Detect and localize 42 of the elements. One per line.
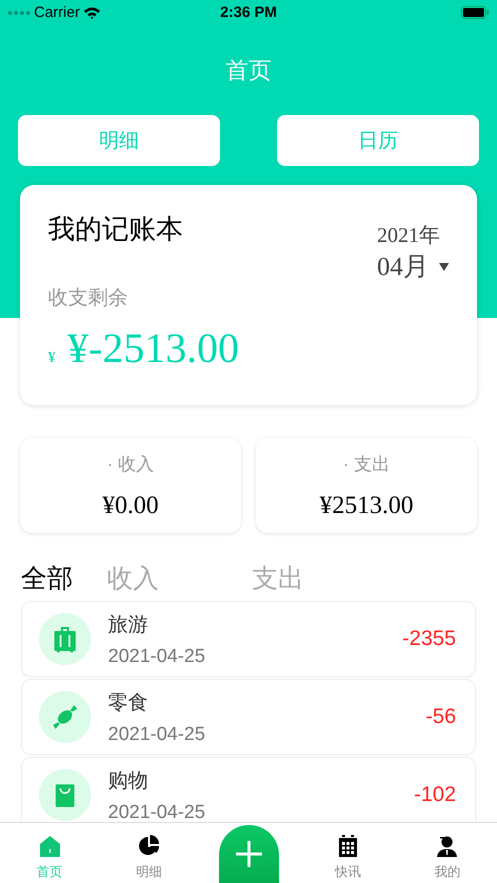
page-title: 首页 [226, 56, 272, 84]
tab-bar-item[interactable]: 我的 [398, 823, 497, 883]
clock-time: 2:36 PM [220, 4, 277, 21]
record-category: 购物 [108, 768, 149, 794]
ledger-title: 我的记账本 [48, 213, 183, 246]
record-amount: -102 [414, 783, 456, 807]
record-amount: -56 [426, 705, 456, 729]
currency-symbol: ¥ [48, 350, 56, 367]
total-amount: ¥2513.00 [320, 492, 414, 520]
pie-chart-icon [137, 834, 162, 858]
filter-tab[interactable]: 全部 [21, 560, 107, 596]
total-label: · 收入 [107, 453, 154, 476]
balance-label: 收支剩余 [48, 286, 129, 311]
tab-bar-item[interactable]: 首页 [0, 823, 100, 883]
total-label: · 支出 [343, 453, 390, 476]
battery-icon [461, 6, 489, 19]
record-date: 2021-04-25 [108, 646, 206, 668]
plus-icon [236, 841, 262, 867]
record-row[interactable]: 零食 2021-04-25 -56 [21, 679, 476, 755]
record-date: 2021-04-25 [108, 802, 206, 822]
filter-tab[interactable]: 收入 [107, 560, 252, 596]
tab-bar-item[interactable]: 明细 [99, 823, 199, 883]
caret-icon[interactable] [439, 262, 449, 270]
add-button[interactable] [218, 825, 279, 883]
home-icon [38, 834, 62, 858]
header-button[interactable]: 日历 [277, 115, 479, 166]
record-amount: -2355 [402, 627, 456, 651]
year-label: 2021年 [377, 222, 440, 249]
record-category: 旅游 [108, 612, 149, 638]
carrier-name: Carrier [34, 4, 80, 21]
wifi-icon [84, 6, 100, 18]
balance-amount: ¥-2513.00 [68, 325, 239, 373]
month-picker[interactable]: 04月 [377, 249, 429, 284]
record-date: 2021-04-25 [108, 724, 206, 746]
record-row[interactable]: 旅游 2021-04-25 -2355 [21, 601, 476, 677]
signal-icon [8, 10, 30, 14]
person-icon [435, 834, 460, 858]
header-button[interactable]: 明细 [18, 115, 220, 166]
tab-bar-item[interactable]: 快讯 [298, 823, 398, 883]
filter-tab[interactable]: 支出 [252, 560, 397, 596]
record-category: 零食 [108, 690, 149, 716]
total-amount: ¥0.00 [102, 492, 159, 520]
